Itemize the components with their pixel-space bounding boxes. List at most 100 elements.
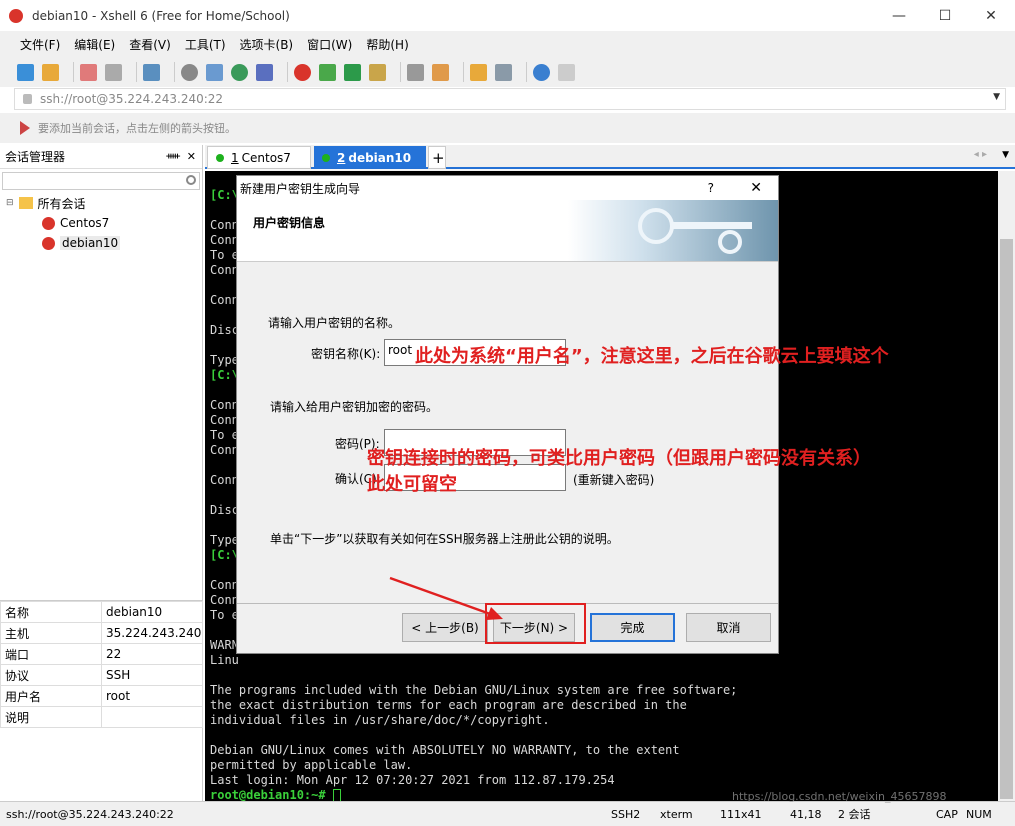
dialog-banner: 用户密钥信息 (237, 200, 778, 262)
connected-status-icon (216, 153, 224, 162)
help-button[interactable]: ? (708, 181, 714, 195)
new-tab-button[interactable]: + (428, 146, 446, 169)
session-tabs: 1 Centos7 2 debian10 + ◂ ▸ ▼ (205, 145, 1015, 169)
collapse-icon[interactable]: ⊟ (6, 198, 14, 208)
status-cursor-pos: 41,18 (790, 807, 822, 821)
prop-value: root (101, 685, 203, 707)
terminal-prompt: root@debian10:~# (210, 788, 333, 801)
menu-tools[interactable]: 工具(T) (185, 36, 226, 53)
prop-row: 名称 debian10 (0, 601, 203, 623)
name-prompt: 请输入用户密钥的名称。 (268, 316, 401, 330)
terminal-line: Last login: Mon Apr 12 07:20:27 2021 fro… (210, 773, 615, 787)
layout-icon[interactable] (206, 63, 223, 81)
terminal-line: the exact distribution terms for each pr… (210, 698, 687, 712)
xshell-app-icon (9, 8, 23, 23)
tree-root[interactable]: ⊟ 所有会话 (6, 193, 202, 213)
annotation-arrow-icon (389, 576, 503, 620)
terminal-line: permitted by applicable law. (210, 758, 413, 772)
tree-item-centos7[interactable]: Centos7 (6, 213, 202, 233)
status-protocol: SSH2 (611, 807, 641, 821)
keys-banner-image (568, 200, 778, 261)
close-icon[interactable]: ✕ (187, 150, 196, 163)
annotation-optional: 此处可留空 (367, 474, 457, 495)
menu-bar: 文件(F) 编辑(E) 查看(V) 工具(T) 选项卡(B) 窗口(W) 帮助(… (0, 31, 1015, 57)
menu-tabs[interactable]: 选项卡(B) (240, 36, 294, 53)
key-icon (638, 208, 674, 244)
chevron-down-icon[interactable]: ▼ (993, 92, 1000, 102)
prop-key: 用户名 (0, 685, 102, 707)
open-folder-icon[interactable] (42, 63, 59, 81)
toolbar-divider (136, 62, 137, 82)
tab-label: Centos7 (241, 150, 291, 165)
toolbar-divider (463, 62, 464, 82)
connect-icon[interactable] (80, 63, 97, 81)
tile-icon[interactable] (495, 63, 512, 81)
terminal-line: The programs included with the Debian GN… (210, 683, 738, 697)
fullscreen-icon[interactable] (344, 63, 361, 81)
tab-number: 1 (231, 150, 239, 165)
lock-icon[interactable] (369, 63, 386, 81)
menu-file[interactable]: 文件(F) (20, 36, 60, 53)
terminal-line: Linu (210, 653, 239, 667)
pin-icon[interactable]: ᚔ (166, 151, 180, 162)
confirm-hint: (重新键入密码) (573, 473, 655, 487)
connected-status-icon (322, 153, 330, 162)
prop-key: 端口 (0, 643, 102, 665)
scroll-thumb[interactable] (1000, 239, 1013, 799)
lock-icon (23, 94, 32, 104)
bookmark-arrow-icon[interactable] (20, 121, 30, 135)
watermark: https://blog.csdn.net/weixin_45657898 (732, 790, 947, 803)
new-session-icon[interactable] (17, 63, 34, 81)
session-manager: 会话管理器 ᚔ ✕ ⊟ 所有会话 Centos7 debian10 名称 debi… (0, 145, 203, 801)
tab-debian10[interactable]: 2 debian10 (314, 146, 426, 169)
properties-icon[interactable] (143, 63, 160, 81)
name-label: 密钥名称(K): (311, 347, 381, 361)
menu-edit[interactable]: 编辑(E) (74, 36, 115, 53)
prop-row: 协议 SSH (0, 664, 203, 686)
xftp-icon[interactable] (319, 63, 336, 81)
address-bar[interactable]: ssh://root@35.224.243.240:22 ▼ (14, 88, 1006, 110)
tab-scroll-icon[interactable]: ◂ ▸ (974, 149, 987, 160)
session-icon (42, 216, 55, 230)
finish-button[interactable]: 完成 (590, 613, 675, 642)
menu-help[interactable]: 帮助(H) (366, 36, 408, 53)
maximize-button[interactable]: ☐ (922, 0, 968, 31)
menu-view[interactable]: 查看(V) (129, 36, 171, 53)
dialog-close-button[interactable]: ✕ (750, 180, 762, 196)
globe-icon[interactable] (231, 63, 248, 81)
terminal-scrollbar[interactable] (998, 171, 1015, 801)
search-icon (186, 175, 196, 185)
tab-menu-chevron-icon[interactable]: ▼ (1002, 150, 1009, 160)
hint-text: 要添加当前会话，点击左侧的箭头按钮。 (38, 122, 236, 135)
annotation-username: 此处为系统“用户名”，注意这里，之后在谷歌云上要填这个 (415, 346, 889, 367)
tree-item-label: debian10 (60, 236, 121, 250)
close-button[interactable]: ✕ (968, 0, 1014, 31)
hint-bar: 要添加当前会话，点击左侧的箭头按钮。 (0, 113, 1015, 143)
font-icon[interactable] (256, 63, 273, 81)
session-search-input[interactable] (2, 172, 200, 190)
compose-icon[interactable] (470, 63, 487, 81)
chat-icon[interactable] (558, 63, 575, 81)
title-bar: debian10 - Xshell 6 (Free for Home/Schoo… (0, 0, 1015, 31)
cancel-button[interactable]: 取消 (686, 613, 771, 642)
toolbar-divider (400, 62, 401, 82)
xshell-icon[interactable] (294, 63, 311, 81)
prop-value: debian10 (101, 601, 203, 623)
tab-number: 2 (337, 150, 346, 165)
help-icon[interactable] (533, 63, 550, 81)
status-terminal-type: xterm (660, 807, 693, 821)
session-manager-header: 会话管理器 ᚔ ✕ (0, 145, 202, 169)
keyboard-icon[interactable] (407, 63, 424, 81)
folder-icon (18, 197, 33, 209)
find-icon[interactable] (181, 63, 198, 81)
minimize-button[interactable]: — (876, 0, 922, 31)
disconnect-icon[interactable] (105, 63, 122, 81)
menu-window[interactable]: 窗口(W) (307, 36, 352, 53)
session-tree: ⊟ 所有会话 Centos7 debian10 (0, 193, 202, 253)
highlight-icon[interactable] (432, 63, 449, 81)
prop-row: 端口 22 (0, 643, 203, 665)
tab-centos7[interactable]: 1 Centos7 (207, 146, 311, 169)
tree-item-debian10[interactable]: debian10 (6, 233, 202, 253)
